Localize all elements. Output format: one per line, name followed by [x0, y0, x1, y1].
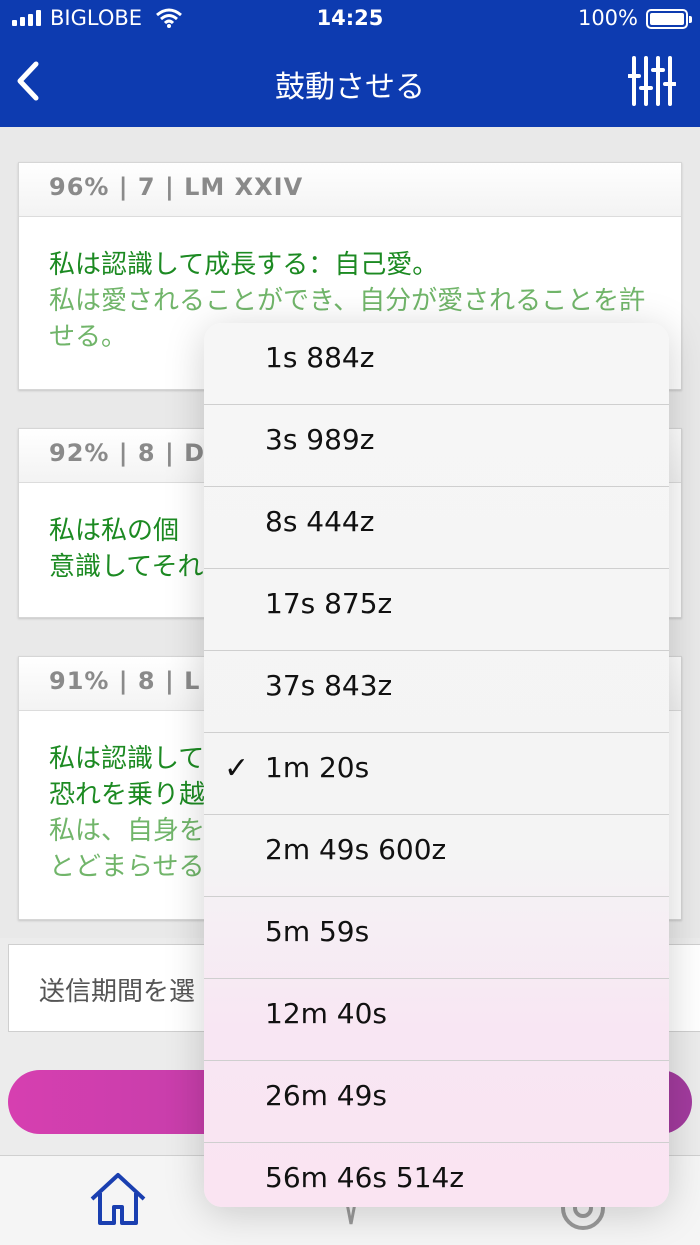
- menu-option[interactable]: 3s 989z: [204, 405, 669, 487]
- menu-option[interactable]: 12m 40s: [204, 979, 669, 1061]
- card-line: 私は認識して成長する：自己愛。: [49, 250, 439, 280]
- battery-percent: 100%: [577, 6, 638, 30]
- status-bar: BIGLOBE 14:25 100%: [0, 0, 700, 38]
- option-label: 1m 20s: [265, 751, 370, 784]
- sliders-icon[interactable]: [628, 54, 676, 108]
- menu-option-selected[interactable]: ✓ 1m 20s: [204, 733, 669, 815]
- card-header: 96% | 7 | LM XXIV: [19, 163, 681, 217]
- menu-option[interactable]: 1s 884z: [204, 323, 669, 405]
- menu-option[interactable]: 8s 444z: [204, 487, 669, 569]
- option-label: 1s 884z: [265, 341, 375, 374]
- home-icon[interactable]: [88, 1171, 148, 1227]
- menu-option[interactable]: 2m 49s 600z: [204, 815, 669, 897]
- top-bar: BIGLOBE 14:25 100% 鼓動させる: [0, 0, 700, 127]
- option-label: 26m 49s: [265, 1079, 388, 1112]
- option-label: 3s 989z: [265, 423, 375, 456]
- page-title: 鼓動させる: [275, 70, 425, 105]
- option-label: 5m 59s: [265, 915, 370, 948]
- option-label: 17s 875z: [265, 587, 393, 620]
- battery-icon: [646, 9, 692, 29]
- duration-dropdown-menu: 1s 884z 3s 989z 8s 444z 17s 875z 37s 843…: [204, 323, 669, 1207]
- menu-option[interactable]: 17s 875z: [204, 569, 669, 651]
- option-label: 56m 46s 514z: [265, 1161, 465, 1194]
- option-label: 12m 40s: [265, 997, 388, 1030]
- option-label: 2m 49s 600z: [265, 833, 447, 866]
- option-label: 37s 843z: [265, 669, 393, 702]
- menu-option[interactable]: 56m 46s 514z: [204, 1143, 669, 1207]
- menu-option[interactable]: 26m 49s: [204, 1061, 669, 1143]
- menu-option[interactable]: 5m 59s: [204, 897, 669, 979]
- checkmark-icon: ✓: [224, 751, 250, 786]
- menu-option[interactable]: 37s 843z: [204, 651, 669, 733]
- option-label: 8s 444z: [265, 505, 375, 538]
